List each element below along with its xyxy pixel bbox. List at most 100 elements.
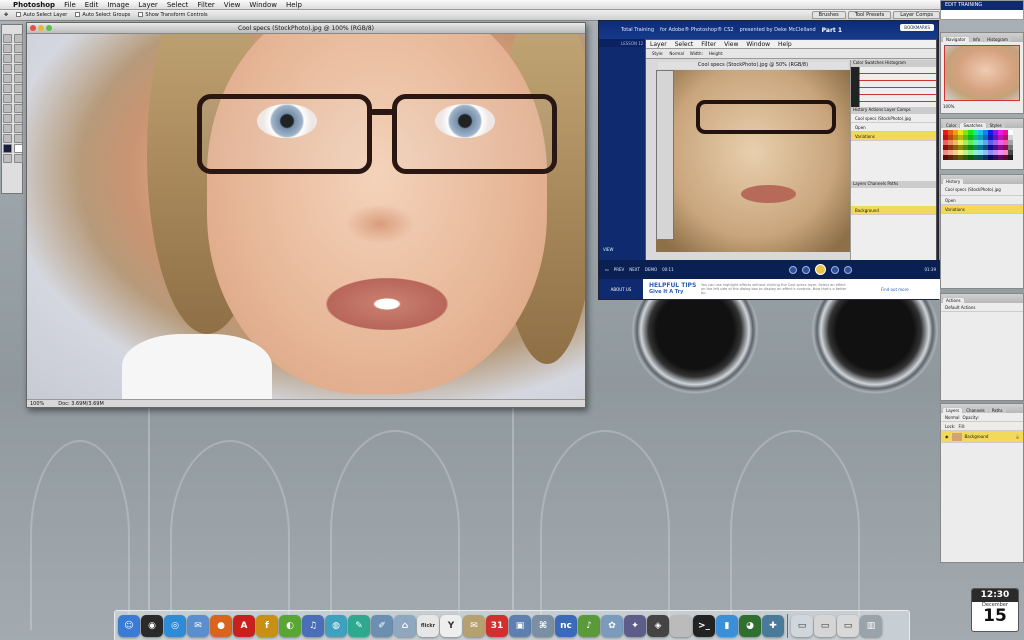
document-titlebar[interactable]: Cool specs (StockPhoto).jpg @ 100% (RGB/… [27,23,585,34]
menu-edit[interactable]: Edit [85,1,99,9]
idvd-icon[interactable]: ◈ [647,614,669,637]
blend-mode-select[interactable]: Normal [945,415,959,420]
tab-color[interactable]: Color [943,123,960,128]
itunes-icon[interactable]: ♫ [302,614,324,637]
zoom-level[interactable]: 100% [30,401,44,407]
menu-filter[interactable]: Filter [197,1,214,9]
back-button[interactable] [801,265,810,274]
home-icon[interactable]: ⌂ [394,614,416,637]
menu-help[interactable]: Help [286,1,302,9]
notes-tool-icon[interactable] [3,124,12,133]
close-button[interactable] [30,25,36,31]
preview-icon[interactable]: ▣ [509,614,531,637]
document-canvas[interactable] [27,34,585,399]
tab-navigator[interactable]: Navigator [943,37,969,42]
pages-icon[interactable]: ✐ [371,614,393,637]
pen-tool-icon[interactable] [3,114,12,123]
window-thumb-1-icon[interactable]: ▭ [791,614,813,637]
screen-mode-icon[interactable] [14,154,23,163]
window-thumb-2-icon[interactable]: ▭ [814,614,836,637]
next-label[interactable]: NEXT [629,267,640,272]
video-content[interactable]: Layer Select Filter View Window Help Sty… [645,39,937,264]
path-tool-icon[interactable] [3,104,12,113]
window-thumb-3-icon[interactable]: ▭ [837,614,859,637]
gradient-tool-icon[interactable] [14,84,23,93]
eyedropper-tool-icon[interactable] [14,124,23,133]
tab-layers[interactable]: Layers [943,408,963,413]
apple-icon[interactable] [670,614,692,637]
globe-icon[interactable]: ◕ [739,614,761,637]
history-state[interactable]: Open [941,196,1023,205]
slice-tool-icon[interactable] [14,54,23,63]
dashboard-icon[interactable]: ◉ [141,614,163,637]
background-color-swatch[interactable] [14,144,23,153]
rewind-button[interactable] [788,265,797,274]
marquee-tool-icon[interactable] [3,34,12,43]
menu-layer[interactable]: Layer [138,1,158,9]
show-transform-controls-checkbox[interactable]: Show Transform Controls [138,12,208,18]
auto-select-layer-checkbox[interactable]: Auto Select Layer [16,12,67,18]
firefox-icon[interactable]: ● [210,614,232,637]
heal-tool-icon[interactable] [3,64,12,73]
stamps-icon[interactable]: ✉ [463,614,485,637]
tab-styles[interactable]: Styles [986,123,1005,128]
finder-icon[interactable]: ☺ [118,614,140,637]
dreamweaver-icon[interactable]: ◐ [279,614,301,637]
navigator-thumbnail[interactable] [944,45,1020,101]
layer-row-background[interactable]: ◉ Background 🔒 [941,431,1023,443]
swatch[interactable] [1008,155,1013,160]
shape-tool-icon[interactable] [14,114,23,123]
network-icon[interactable]: ⌘ [532,614,554,637]
tab-info[interactable]: Info [969,37,984,42]
lasso-tool-icon[interactable] [3,44,12,53]
eraser-tool-icon[interactable] [3,84,12,93]
auto-select-groups-checkbox[interactable]: Auto Select Groups [75,12,130,18]
flash-icon[interactable]: f [256,614,278,637]
tab-histogram[interactable]: Histogram [984,37,1011,42]
ichat-icon[interactable]: ◍ [325,614,347,637]
crop-tool-icon[interactable] [3,54,12,63]
navigator-zoom[interactable]: 100% [941,104,1023,109]
forward-button[interactable] [830,265,839,274]
blur-tool-icon[interactable] [3,94,12,103]
doc-size[interactable]: Doc: 3.69M/3.69M [58,401,104,407]
move-tool-icon[interactable]: ✥ [4,12,8,18]
quickmask-icon[interactable] [3,154,12,163]
prev-label[interactable]: PREV [614,267,624,272]
dodge-tool-icon[interactable] [14,94,23,103]
menu-app-name[interactable]: Photoshop [13,1,55,9]
menu-file[interactable]: File [64,1,76,9]
end-button[interactable] [843,265,852,274]
swatch-grid[interactable] [941,128,1023,162]
tab-channels[interactable]: Channels [963,408,988,413]
safari-icon[interactable]: ◎ [164,614,186,637]
flickr-icon[interactable]: flickr [417,614,439,637]
mail-icon[interactable]: ✉ [187,614,209,637]
history-brush-tool-icon[interactable] [14,74,23,83]
garageband-icon[interactable]: ♪ [578,614,600,637]
menu-window[interactable]: Window [249,1,277,9]
ical-icon[interactable]: 31 [486,614,508,637]
tab-actions[interactable]: Actions [943,298,964,303]
stamp-tool-icon[interactable] [3,74,12,83]
brush-tool-icon[interactable] [14,64,23,73]
demo-label[interactable]: DEMO [645,267,657,272]
move-tool-icon[interactable] [14,34,23,43]
eye-icon[interactable]: ◉ [945,434,949,439]
history-snapshot[interactable]: Cool specs (StockPhoto).jpg [941,184,1023,196]
tab-brushes[interactable]: Brushes [811,11,846,19]
zoom-button[interactable] [46,25,52,31]
utility-icon[interactable]: ▮ [716,614,738,637]
imovie-icon[interactable]: ✦ [624,614,646,637]
tab-paths[interactable]: Paths [988,408,1006,413]
menu-view[interactable]: View [224,1,241,9]
quill-icon[interactable]: ✎ [348,614,370,637]
wand-tool-icon[interactable] [14,44,23,53]
bookmarks-button[interactable]: BOOKMARKS [900,24,934,31]
view-toggle-icon[interactable]: ▭ [605,267,609,272]
yahoo-icon[interactable]: Y [440,614,462,637]
iphoto-icon[interactable]: ✿ [601,614,623,637]
trash-icon[interactable]: ▥ [860,614,882,637]
action-set[interactable]: Default Actions [941,303,1023,312]
clock-widget[interactable]: 12:30 December 15 [971,588,1019,632]
